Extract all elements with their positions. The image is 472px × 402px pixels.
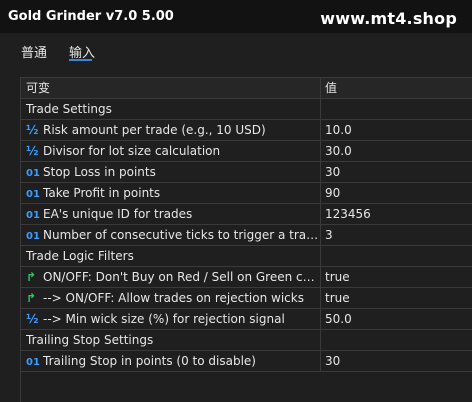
table-row[interactable]: 01 Trailing Stop in points (0 to disable)…	[21, 351, 472, 372]
double-type-icon: ½	[26, 144, 39, 158]
integer-type-icon: 01	[26, 168, 40, 179]
column-header-variable[interactable]: 可变	[21, 78, 321, 98]
group-value-empty	[322, 246, 472, 266]
group-label: Trade Logic Filters	[21, 246, 321, 266]
boolean-type-icon: ↱	[26, 291, 37, 305]
double-type-icon: ½	[26, 312, 39, 326]
param-name: Take Profit in points	[43, 186, 161, 200]
inputs-grid: 可变 值 Trade Settings ½ Risk amount per tra…	[20, 77, 472, 402]
param-value[interactable]: 90	[322, 183, 472, 203]
table-row[interactable]: 01 Number of consecutive ticks to trigger…	[21, 225, 472, 246]
param-name: ON/OFF: Don't Buy on Red / Sell on Green…	[43, 270, 321, 284]
param-value[interactable]: 3	[322, 225, 472, 245]
param-value[interactable]: true	[322, 288, 472, 308]
integer-type-icon: 01	[26, 210, 40, 221]
param-value[interactable]: 50.0	[322, 309, 472, 329]
param-value[interactable]: 123456	[322, 204, 472, 224]
param-name: EA's unique ID for trades	[43, 207, 193, 221]
active-tab-indicator	[69, 59, 92, 61]
table-row[interactable]: 01 Stop Loss in points 30	[21, 162, 472, 183]
table-row[interactable]: ½ Divisor for lot size calculation 30.0	[21, 141, 472, 162]
group-label: Trailing Stop Settings	[21, 330, 321, 350]
group-value-empty	[322, 330, 472, 350]
param-name: Risk amount per trade (e.g., 10 USD)	[43, 123, 266, 137]
group-row: Trade Logic Filters	[21, 246, 472, 267]
table-row[interactable]: 01 Take Profit in points 90	[21, 183, 472, 204]
param-value[interactable]: true	[322, 267, 472, 287]
tab-common[interactable]: 普通	[21, 42, 47, 61]
group-label: Trade Settings	[21, 99, 321, 119]
integer-type-icon: 01	[26, 357, 40, 368]
table-row[interactable]: ½ --> Min wick size (%) for rejection sig…	[21, 309, 472, 330]
param-value[interactable]: 30	[322, 351, 472, 371]
column-header-value[interactable]: 值	[322, 78, 472, 98]
tab-bar: 普通 输入	[0, 33, 472, 67]
group-row: Trade Settings	[21, 99, 472, 120]
param-name: Stop Loss in points	[43, 165, 156, 179]
param-value[interactable]: 30	[322, 162, 472, 182]
param-name: Trailing Stop in points (0 to disable)	[43, 354, 256, 368]
boolean-type-icon: ↱	[26, 270, 37, 284]
integer-type-icon: 01	[26, 231, 40, 242]
param-name: Divisor for lot size calculation	[43, 144, 221, 158]
table-row[interactable]: ↱ --> ON/OFF: Allow trades on rejection w…	[21, 288, 472, 309]
param-value[interactable]: 10.0	[322, 120, 472, 140]
watermark: www.mt4.shop	[320, 9, 457, 28]
title-bar: Gold Grinder v7.0 5.00 www.mt4.shop	[0, 0, 472, 33]
param-value[interactable]: 30.0	[322, 141, 472, 161]
window-title: Gold Grinder v7.0 5.00	[8, 9, 174, 24]
param-name: Number of consecutive ticks to trigger a…	[43, 228, 321, 242]
integer-type-icon: 01	[26, 189, 40, 200]
table-row[interactable]: ↱ ON/OFF: Don't Buy on Red / Sell on Gree…	[21, 267, 472, 288]
group-value-empty	[322, 99, 472, 119]
param-name: --> ON/OFF: Allow trades on rejection wi…	[43, 291, 304, 305]
double-type-icon: ½	[26, 123, 39, 137]
grid-header: 可变 值	[21, 78, 472, 99]
table-row[interactable]: 01 EA's unique ID for trades 123456	[21, 204, 472, 225]
table-row[interactable]: ½ Risk amount per trade (e.g., 10 USD) 10…	[21, 120, 472, 141]
group-row: Trailing Stop Settings	[21, 330, 472, 351]
param-name: --> Min wick size (%) for rejection sign…	[43, 312, 285, 326]
